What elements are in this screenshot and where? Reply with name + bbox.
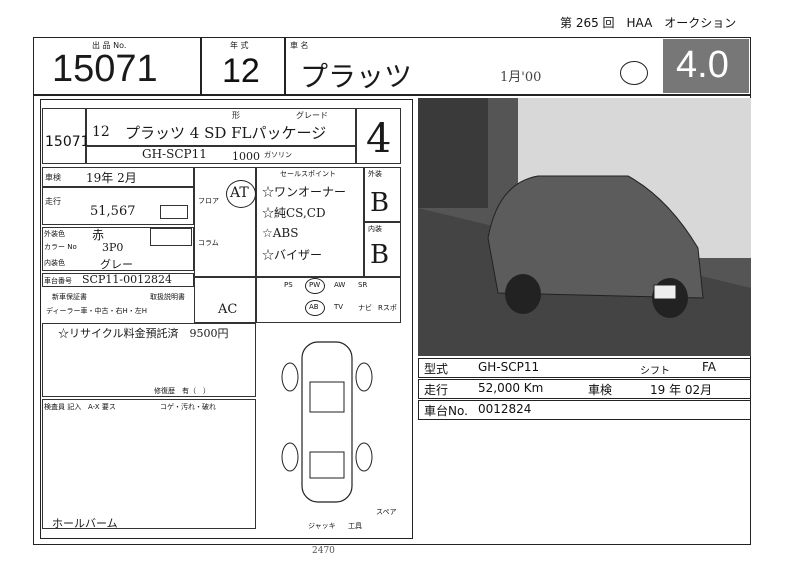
car-name: プラッツ	[300, 60, 413, 93]
color-label: 外装色	[44, 230, 65, 238]
sales-point-4: ☆バイザー	[262, 248, 323, 262]
garage-door	[418, 98, 488, 208]
color-code-value: 3P0	[102, 241, 124, 254]
license-plate	[653, 284, 677, 300]
info-inspect-value: 19 年 02月	[650, 383, 713, 397]
manual-label: 取扱説明書	[150, 293, 185, 301]
engine-cc: 1000	[232, 150, 260, 163]
bottom-note: 2470	[312, 546, 335, 556]
sales-point-1: ☆ワンオーナー	[262, 185, 347, 199]
interior-label: 内装色	[44, 259, 65, 267]
marks-legend: A-X 要ス	[88, 403, 116, 411]
name-label: 車 名	[290, 41, 309, 50]
marks-legend-2: コゲ・汚れ・破れ	[160, 403, 216, 411]
equip-ps: PS	[284, 281, 293, 289]
signature: ホールバーム	[52, 517, 118, 530]
fuel-type: ガソリン	[264, 151, 292, 159]
info-shift-label: シフト	[640, 366, 670, 377]
info-type-label: 型式	[424, 362, 449, 376]
sales-point-label: セールスポイント	[280, 170, 336, 178]
info-mileage-value: 52,000 Km	[478, 381, 544, 395]
grade-label: グレード	[296, 111, 328, 120]
info-mileage-label: 走行	[424, 383, 449, 397]
inspector-label: 検査員 記入	[44, 403, 82, 411]
sales-point-2: ☆純CS,CD	[262, 206, 326, 220]
chassis-value: SCP11-0012824	[82, 273, 173, 286]
car-diagram	[281, 341, 373, 503]
repair-history: 修復歴 有（ ）	[154, 387, 210, 395]
equip-aw: AW	[334, 281, 346, 289]
inspection-value: 19年 2月	[86, 171, 137, 185]
equip-navi: ナビ	[358, 304, 372, 312]
wheel-rear-right	[355, 442, 373, 472]
info-inspect-label: 車検	[588, 383, 613, 397]
column-label: コラム	[198, 239, 219, 247]
auction-session: 第 265 回 HAA オークション	[560, 16, 737, 30]
jack-label: ジャッキ	[308, 522, 336, 530]
wheel-front-right	[355, 362, 373, 392]
model-hand: プラッツ 4 SD FLパッケージ	[125, 124, 327, 142]
equip-tv: TV	[334, 303, 344, 311]
info-type-value: GH-SCP11	[478, 360, 540, 374]
exterior-label: 外装	[368, 170, 382, 178]
lot-number: 15071	[52, 48, 158, 90]
mileage-label: 走行	[45, 197, 61, 206]
warranty-label: 新車保証書	[52, 293, 87, 301]
interior-grade: B	[370, 240, 390, 270]
mileage-value: 51,567	[90, 204, 136, 219]
ac-mark: AC	[218, 302, 238, 317]
equip-sr: SR	[358, 281, 368, 289]
floor-label: フロア	[198, 197, 219, 205]
wheel-front-left	[281, 362, 299, 392]
info-shift-value: FA	[702, 360, 717, 374]
year-value: 12	[222, 52, 260, 90]
chassis-label: 車台番号	[44, 277, 72, 285]
info-chassis-value: 0012824	[478, 402, 532, 416]
car-photo	[418, 98, 751, 356]
form-label: 形	[232, 111, 240, 120]
inspection-label: 車検	[45, 173, 61, 182]
handwritten-date: 1月'00	[500, 70, 542, 85]
equip-rspo: Rスポ	[378, 304, 397, 312]
tools-label: 工具	[348, 522, 362, 530]
sales-point-3: ☆ABS	[262, 226, 299, 240]
circle-mark	[620, 61, 648, 85]
score-hand: 4	[366, 116, 392, 162]
dealer-label: ディーラー車・中古・右H・左H	[46, 307, 148, 315]
model-code: GH-SCP11	[142, 147, 207, 161]
wheel-rear-left	[281, 442, 299, 472]
year-label: 年 式	[230, 41, 249, 50]
auction-grade: 4.0	[676, 44, 729, 86]
car-wheel-front	[505, 274, 541, 314]
sheet-year: 12	[92, 124, 110, 140]
info-chassis-label: 車台No.	[424, 404, 468, 418]
car-windshield	[309, 381, 345, 413]
exterior-grade: B	[370, 188, 390, 218]
interior-grade-label: 内装	[368, 225, 382, 233]
interior-value: グレー	[100, 258, 133, 271]
recycle-note: ☆リサイクル料金預託済 9500円	[58, 327, 229, 340]
car-rear-window	[309, 451, 345, 479]
spare-label: スペア	[376, 508, 397, 516]
sheet-lot: 15071	[45, 134, 90, 150]
equip-pw: PW	[309, 281, 321, 289]
equip-ab: AB	[309, 303, 319, 311]
at-mark: AT	[230, 185, 249, 201]
color-code-label: カラー No	[44, 243, 77, 251]
